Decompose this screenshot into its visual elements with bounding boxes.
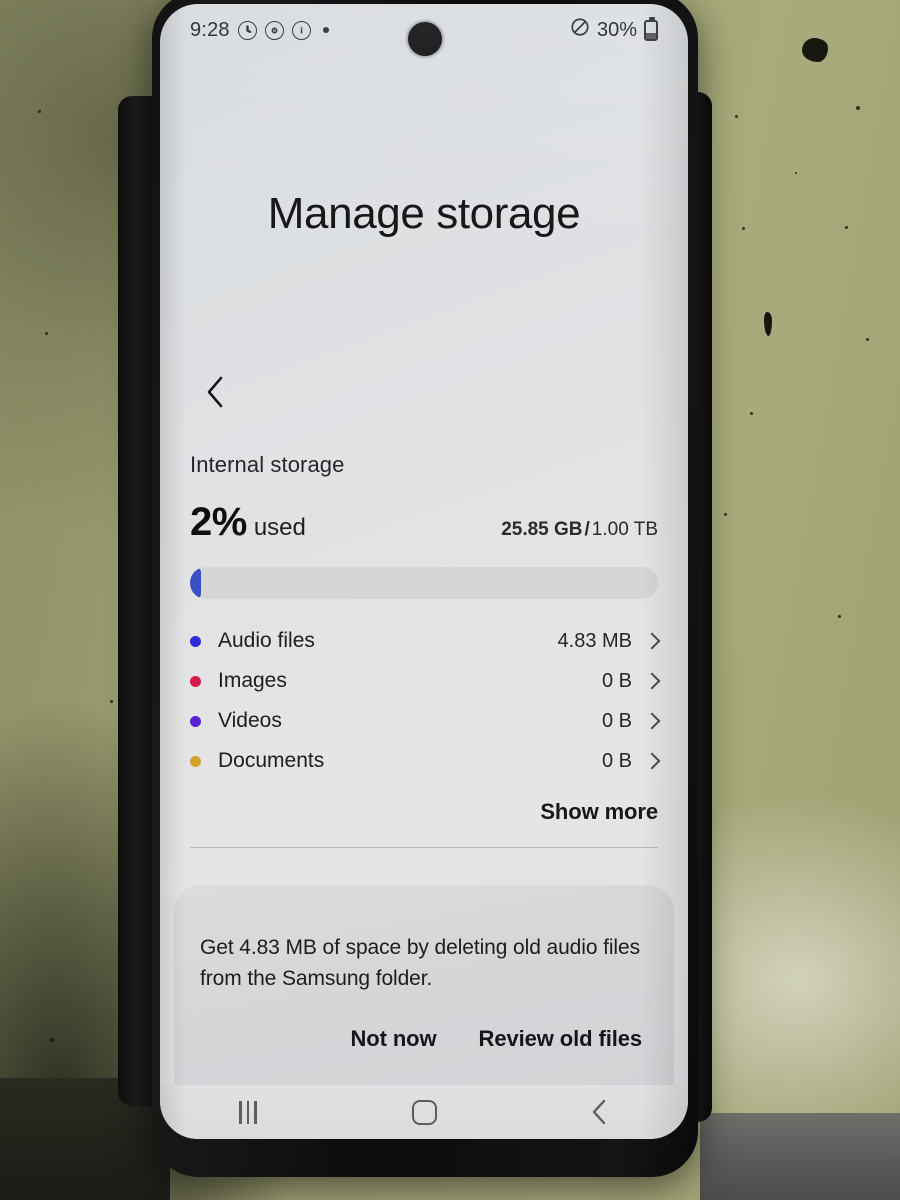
- recents-icon: [239, 1100, 257, 1124]
- surface-speck: [38, 110, 41, 113]
- storage-category-row[interactable]: Audio files 4.83 MB: [190, 621, 661, 661]
- category-label: Documents: [218, 749, 325, 772]
- category-color-dot-icon: [190, 675, 201, 687]
- suggestion-card: Get 4.83 MB of space by deleting old aud…: [174, 885, 674, 1085]
- storage-category-list: Audio files 4.83 MB Images 0 B Videos 0 B Docu…: [190, 621, 661, 781]
- nav-back-button[interactable]: [555, 1089, 645, 1135]
- surface-speck: [742, 227, 745, 230]
- category-color-dot-icon: [190, 715, 201, 727]
- section-divider: [190, 847, 658, 848]
- storage-total-value: 1.00 TB: [591, 519, 658, 540]
- suggestion-text: Get 4.83 MB of space by deleting old aud…: [200, 936, 640, 990]
- page-title: Manage storage: [267, 189, 581, 238]
- nav-recents-button[interactable]: [203, 1089, 293, 1135]
- show-more-button[interactable]: Show more: [540, 799, 658, 824]
- surface-speck: [856, 106, 860, 110]
- storage-used-value: 25.85 GB: [501, 519, 583, 540]
- category-size: 4.83 MB: [557, 629, 632, 652]
- battery-percent-label: 30%: [596, 18, 637, 41]
- surface-speck: [750, 412, 753, 415]
- surface-speck: [49, 1038, 54, 1042]
- status-bar-right: 30%: [570, 16, 658, 43]
- info-circle-icon: [291, 20, 311, 40]
- suggestion-actions: Not now Review old files: [200, 1026, 648, 1052]
- show-more-row: Show more: [190, 799, 658, 825]
- alarm-icon: [237, 20, 257, 40]
- review-old-files-button[interactable]: Review old files: [479, 1026, 643, 1052]
- surface-speck: [845, 226, 848, 229]
- surface-speck: [724, 513, 727, 516]
- storage-usage-row: 2% used 25.85 GB/1.00 TB: [190, 500, 658, 545]
- back-button[interactable]: [186, 362, 246, 422]
- storage-percent-value: 2%: [190, 500, 247, 544]
- category-color-dot-icon: [190, 755, 201, 767]
- no-symbol-icon: [570, 17, 590, 43]
- status-dot-icon: [322, 27, 329, 33]
- storage-progress-fill: [190, 567, 201, 599]
- status-bar-left: 9:28: [190, 19, 329, 42]
- storage-category-row[interactable]: Images 0 B: [190, 661, 661, 701]
- storage-section: Internal storage 2% used 25.85 GB/1.00 T…: [160, 452, 688, 848]
- category-label: Audio files: [218, 629, 315, 652]
- chevron-left-icon: [203, 375, 229, 409]
- photograph-of-phone: 9:28 30% Manage storage Internal storage…: [0, 0, 900, 1200]
- surface-speck: [110, 700, 113, 703]
- chevron-right-icon: [643, 632, 661, 650]
- surface-speck: [45, 332, 48, 335]
- storage-category-row[interactable]: Videos 0 B: [190, 701, 661, 741]
- chevron-right-icon: [643, 672, 661, 690]
- surface-speck: [735, 115, 738, 118]
- surface-speck: [802, 38, 828, 62]
- phone-screen: 9:28 30% Manage storage Internal storage…: [160, 4, 688, 1139]
- chevron-right-icon: [643, 752, 661, 770]
- nav-home-button[interactable]: [379, 1089, 469, 1135]
- internal-storage-label: Internal storage: [190, 452, 345, 477]
- surface-speck: [838, 615, 841, 618]
- category-label: Videos: [218, 709, 282, 732]
- floor-ledge: [700, 1113, 900, 1200]
- not-now-button[interactable]: Not now: [350, 1026, 436, 1052]
- storage-capacity-text: 25.85 GB/1.00 TB: [501, 519, 658, 541]
- battery-icon: [644, 16, 658, 41]
- category-size: 0 B: [601, 749, 632, 772]
- category-size: 0 B: [601, 669, 632, 692]
- category-label: Images: [218, 669, 287, 692]
- back-icon: [589, 1098, 611, 1126]
- category-color-dot-icon: [190, 635, 201, 647]
- surface-speck: [866, 338, 869, 341]
- chevron-right-icon: [643, 712, 661, 730]
- storage-capacity-separator: /: [584, 519, 590, 540]
- front-camera-punch-hole: [408, 22, 442, 56]
- category-size: 0 B: [601, 709, 632, 732]
- storage-category-row[interactable]: Documents 0 B: [190, 741, 661, 781]
- storage-progress-bar: [190, 567, 658, 599]
- do-not-disturb-circle-icon: [264, 20, 284, 40]
- system-navigation-bar: [160, 1085, 688, 1139]
- surface-speck: [764, 312, 772, 336]
- storage-percent-word: used: [253, 514, 306, 541]
- status-time: 9:28: [190, 18, 230, 41]
- home-icon: [411, 1099, 437, 1125]
- surface-speck: [795, 172, 797, 174]
